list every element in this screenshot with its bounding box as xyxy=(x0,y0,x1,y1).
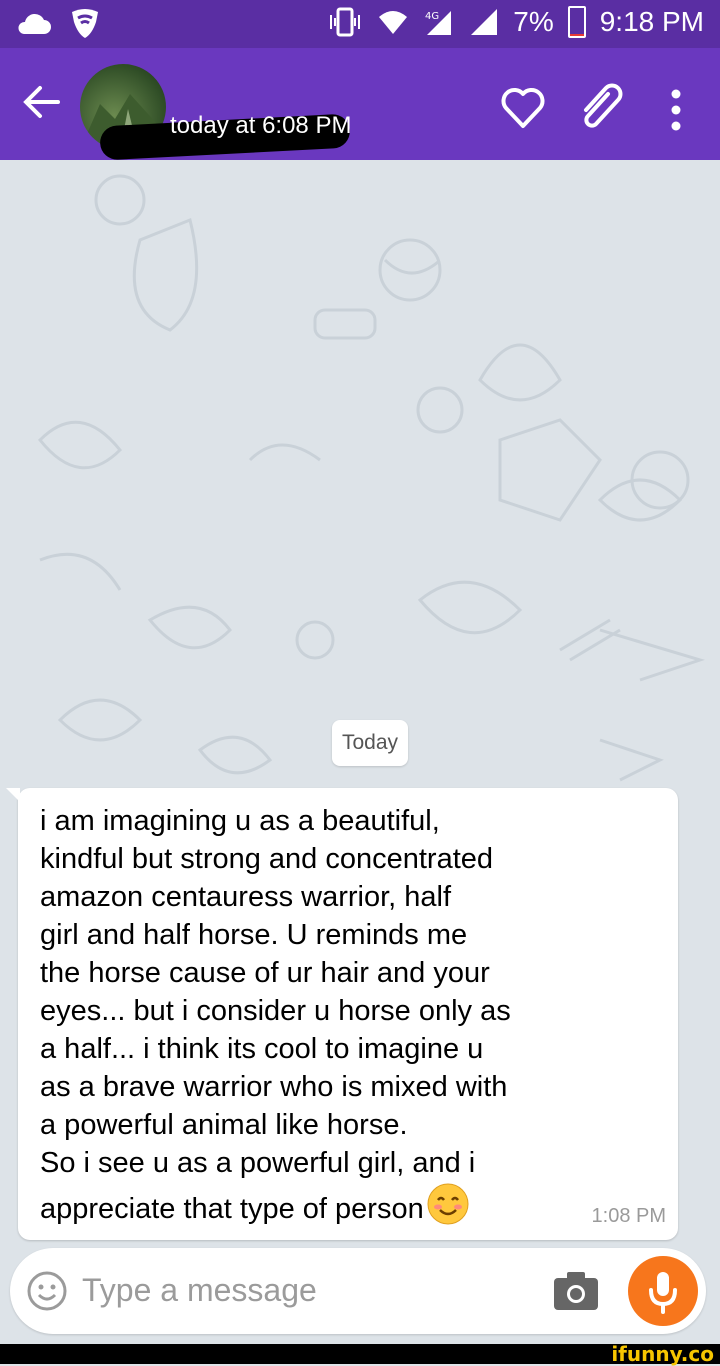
microphone-icon xyxy=(649,1272,677,1314)
svg-text:4G: 4G xyxy=(425,11,439,22)
message-input-bar: Type a message xyxy=(10,1248,706,1334)
message-input[interactable]: Type a message xyxy=(82,1272,317,1309)
more-vert-icon[interactable] xyxy=(662,86,690,134)
wifi-icon xyxy=(379,11,408,34)
message-time: 1:08 PM xyxy=(591,1205,666,1227)
battery-percent: 7% xyxy=(513,6,554,37)
chat-header: today at 6:08 PM xyxy=(0,48,720,161)
cloud-icon xyxy=(18,13,51,34)
message-bubble[interactable]: i am imagining u as a beautiful, kindful… xyxy=(6,788,678,1240)
date-separator: Today xyxy=(332,720,409,766)
status-bar: 4G 7% 9:18 PM xyxy=(0,0,720,48)
battery-icon xyxy=(567,6,586,38)
microphone-button[interactable] xyxy=(628,1256,698,1326)
smiling-face-icon xyxy=(427,1183,469,1225)
clock: 9:18 PM xyxy=(599,6,704,37)
watermark: ifunny.co xyxy=(611,1342,714,1366)
bubble-tail xyxy=(6,788,20,802)
paperclip-icon[interactable] xyxy=(576,78,628,134)
back-arrow-icon[interactable] xyxy=(22,82,62,122)
footer-strip: ifunny.co xyxy=(0,1342,720,1366)
signal-icon xyxy=(471,9,498,35)
vibrate-icon xyxy=(330,7,361,37)
emoji-icon[interactable] xyxy=(26,1270,68,1312)
message-body: i am imagining u as a beautiful, kindful… xyxy=(40,805,511,1225)
message-text: i am imagining u as a beautiful, kindful… xyxy=(40,802,560,1228)
heart-icon[interactable] xyxy=(500,86,546,130)
last-seen: today at 6:08 PM xyxy=(170,112,352,139)
camera-icon[interactable] xyxy=(552,1270,600,1312)
signal-4g-icon: 4G xyxy=(425,11,452,35)
wifi-shield-icon xyxy=(72,9,98,38)
